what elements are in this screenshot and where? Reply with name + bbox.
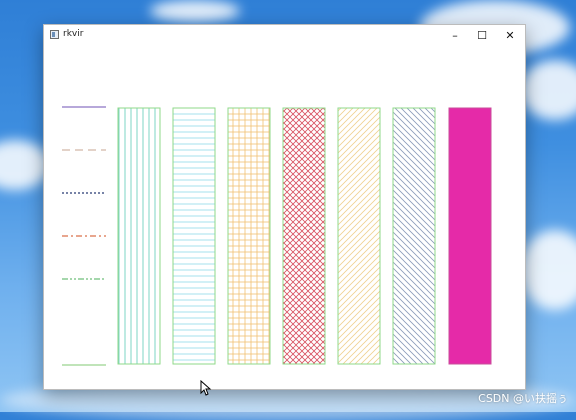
maximize-button[interactable]: ☐	[468, 25, 496, 45]
csdn-watermark: CSDN @い扶摇ぅ	[478, 392, 568, 405]
title-bar[interactable]: rkvir – ☐ ✕	[44, 25, 525, 45]
hatch-bar-horizontal	[172, 107, 216, 365]
client-area	[44, 45, 525, 389]
maximize-icon: ☐	[477, 28, 487, 42]
minimize-button[interactable]: –	[441, 25, 469, 45]
hatch-bar-cross	[227, 107, 271, 365]
cloud	[520, 230, 576, 310]
app-icon	[50, 30, 59, 39]
cloud	[150, 0, 240, 22]
close-button[interactable]: ✕	[496, 25, 524, 45]
minimize-icon: –	[452, 28, 458, 42]
drawing-canvas	[62, 106, 492, 366]
hatch-bar-diagcross	[282, 107, 326, 365]
app-window: rkvir – ☐ ✕	[43, 24, 526, 390]
hatch-bar-bdiagonal	[337, 107, 381, 365]
cloud	[520, 60, 576, 120]
hatch-bar-vertical	[117, 107, 161, 365]
mouse-cursor-icon	[200, 380, 212, 396]
hatch-bar-fdiagonal	[392, 107, 436, 365]
hatch-bar-solid	[448, 107, 492, 365]
window-title: rkvir	[63, 29, 84, 39]
close-icon: ✕	[505, 28, 515, 42]
